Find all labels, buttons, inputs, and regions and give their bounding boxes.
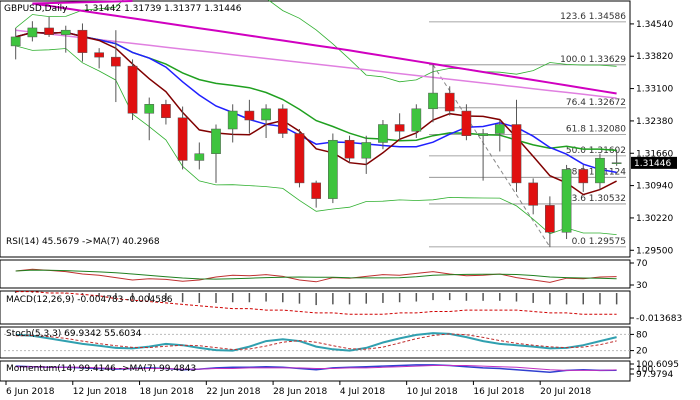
- chart-title: GBPUSD,Daily: [4, 4, 68, 14]
- fib-level-label: 123.6 1.34586: [560, 12, 626, 22]
- candle-body: [244, 110, 255, 121]
- candle-body: [394, 124, 405, 132]
- candle-body: [478, 133, 488, 136]
- candle-body: [561, 169, 572, 233]
- momentum-tick-label: 97.9794: [636, 370, 673, 380]
- time-tick-label: 28 Jun 2018: [273, 387, 327, 397]
- candle-body: [494, 124, 505, 134]
- candle-body: [111, 56, 121, 67]
- candle-body: [595, 157, 605, 184]
- candle-body: [277, 108, 288, 134]
- candle-body: [27, 27, 38, 38]
- rsi-ma-line: [15, 269, 617, 280]
- candle-body: [161, 104, 171, 119]
- candle-body: [344, 139, 355, 159]
- fib-level-label: 0.0 1.29575: [572, 237, 626, 247]
- rsi-frame: [0, 259, 631, 289]
- rsi-panel: 70 30: [0, 259, 648, 291]
- candle-body: [211, 128, 221, 154]
- candle-body: [44, 27, 54, 35]
- candle-body: [528, 182, 539, 206]
- candle-body: [328, 139, 338, 199]
- candle-body: [94, 52, 104, 58]
- price-panel: 1.345401.338201.331001.323801.316601.309…: [0, 0, 677, 258]
- candle-body: [461, 110, 472, 136]
- time-tick-label: 4 Jul 2018: [340, 387, 385, 397]
- price-tick-label: 1.33820: [636, 52, 673, 62]
- ma-magenta: [32, 0, 617, 95]
- ma-dark-red: [15, 31, 617, 196]
- ma-blue: [15, 31, 617, 174]
- rsi-label: RSI(14) 45.5679 ->MA(7) 40.2968: [6, 237, 160, 247]
- ma-pink: [15, 29, 617, 99]
- candle-body: [77, 29, 88, 53]
- macd-tick-label: -0.013683: [636, 314, 682, 324]
- price-tick-label: 1.29500: [636, 246, 673, 256]
- candle-body: [227, 110, 238, 130]
- price-tick-label: 1.30220: [636, 214, 673, 224]
- time-tick-label: 18 Jun 2018: [140, 387, 194, 397]
- macd-label: MACD(12,26,9) -0.004783 -0.004586: [6, 295, 173, 305]
- candle-body: [144, 104, 155, 114]
- ohlc-readout: 1.31442 1.31739 1.31377 1.31446: [84, 4, 242, 14]
- rsi-tick-label: 70: [636, 259, 648, 269]
- fib-level-label: 61.8 1.32080: [566, 124, 626, 134]
- candle-body: [177, 117, 188, 161]
- candle-body: [411, 108, 422, 132]
- time-tick-label: 6 Jun 2018: [6, 387, 55, 397]
- candle-body: [611, 162, 622, 164]
- fib-level-label: 76.4 1.32672: [566, 98, 626, 108]
- candle-body: [194, 153, 205, 161]
- candle-body: [545, 205, 555, 233]
- candle-body: [294, 133, 305, 184]
- candle-body: [127, 65, 138, 114]
- time-tick-label: 22 Jun 2018: [206, 387, 260, 397]
- fib-level-label: 100.0 1.33629: [560, 55, 626, 65]
- gbpusd-chart: 1.345401.338201.331001.323801.316601.309…: [0, 0, 682, 397]
- candle-body: [311, 182, 322, 199]
- price-tick-label: 1.33100: [636, 85, 673, 95]
- stoch-tick-label: 80: [636, 330, 648, 340]
- time-tick-label: 12 Jun 2018: [73, 387, 127, 397]
- stoch-label: Stoch(5,3,3) 69.9342 55.6034: [6, 329, 142, 339]
- momentum-label: Momentum(14) 99.4146 ->MA(7) 99.4843: [6, 364, 196, 374]
- candle-body: [10, 36, 21, 47]
- price-tick-label: 1.32380: [636, 117, 673, 127]
- candle-body: [261, 108, 271, 121]
- time-axis: 6 Jun 2018 12 Jun 2018 18 Jun 2018 22 Jun 2…: [5, 381, 591, 397]
- candle-body: [578, 169, 589, 184]
- candle-body: [444, 92, 455, 112]
- price-tick-label: 1.30940: [636, 182, 673, 192]
- candle-body: [378, 124, 388, 143]
- stoch-tick-label: 20: [636, 347, 648, 357]
- candle-body: [428, 92, 438, 110]
- candle-body: [511, 124, 522, 184]
- time-tick-label: 10 Jul 2018: [407, 387, 458, 397]
- rsi-line: [15, 268, 617, 283]
- time-tick-label: 20 Jul 2018: [540, 387, 591, 397]
- last-price-label: 1.31446: [634, 159, 671, 169]
- time-tick-label: 16 Jul 2018: [473, 387, 524, 397]
- fib-level-label: 23.6 1.30532: [566, 194, 626, 204]
- candle-body: [361, 142, 372, 159]
- candle-body: [60, 29, 71, 35]
- price-tick-label: 1.34540: [636, 20, 673, 30]
- rsi-tick-label: 30: [636, 281, 648, 291]
